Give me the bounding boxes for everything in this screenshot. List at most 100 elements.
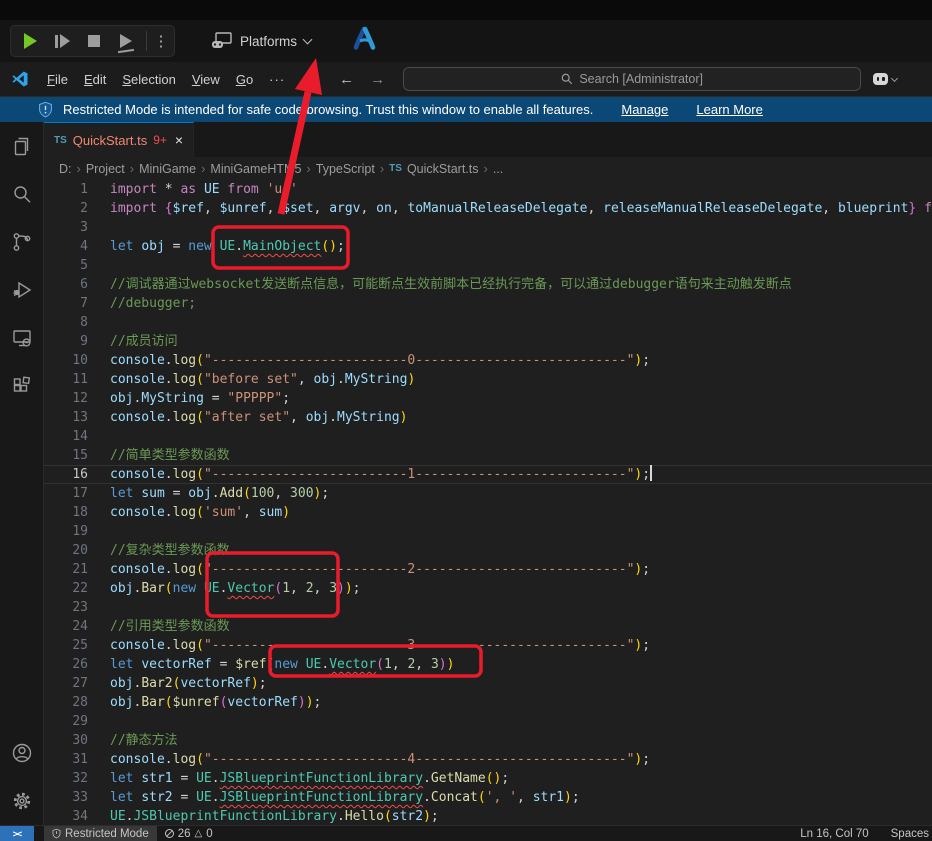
line-number: 15: [44, 446, 104, 465]
back-arrow-icon[interactable]: ←: [339, 71, 354, 88]
line-number: 20: [44, 541, 104, 560]
forward-arrow-icon[interactable]: →: [370, 71, 385, 88]
code-line[interactable]: 27obj.Bar2(vectorRef);: [44, 674, 932, 693]
code-line[interactable]: 31console.log("-------------------------…: [44, 750, 932, 769]
kebab-icon: ⋮: [154, 34, 169, 49]
account-button[interactable]: [0, 729, 44, 777]
indentation-status[interactable]: Spaces: [891, 828, 929, 840]
line-number: 14: [44, 427, 104, 446]
toolbar-separator: [146, 31, 147, 51]
code-line[interactable]: 28obj.Bar($unref(vectorRef));: [44, 693, 932, 712]
platforms-dropdown[interactable]: Platforms: [211, 32, 311, 50]
code-line[interactable]: 26let vectorRef = $ref(new UE.Vector(1, …: [44, 655, 932, 674]
code-line[interactable]: 1import * as UE from 'ue': [44, 180, 932, 199]
code-line[interactable]: 9//成员访问: [44, 332, 932, 351]
breadcrumb-separator: ›: [77, 161, 81, 176]
launch-button[interactable]: [111, 28, 141, 54]
breadcrumb-item[interactable]: D:: [59, 162, 72, 176]
tab-title: QuickStart.ts: [73, 133, 147, 148]
code-line[interactable]: 13console.log("after set", obj.MyString): [44, 408, 932, 427]
settings-button[interactable]: [0, 777, 44, 825]
learn-more-link[interactable]: Learn More: [696, 102, 762, 117]
copilot-button[interactable]: [873, 73, 897, 85]
code-line[interactable]: 19: [44, 522, 932, 541]
problems-badge: 9+: [153, 133, 167, 147]
activity-bar: [0, 122, 44, 825]
breadcrumb-more[interactable]: ...: [493, 162, 503, 176]
code-line[interactable]: 25console.log("-------------------------…: [44, 636, 932, 655]
code-line[interactable]: 15//简单类型参数函数: [44, 446, 932, 465]
menu-selection[interactable]: Selection: [114, 69, 183, 90]
play-icon: [24, 33, 37, 49]
close-icon[interactable]: ×: [175, 132, 183, 148]
line-number: 19: [44, 522, 104, 541]
problems-status[interactable]: 26 △ 0: [157, 826, 221, 841]
code-line[interactable]: 5: [44, 256, 932, 275]
code-editor[interactable]: 1import * as UE from 'ue'2import {$ref, …: [44, 180, 932, 825]
manage-link[interactable]: Manage: [621, 102, 668, 117]
breadcrumb-item[interactable]: TypeScript: [316, 162, 375, 176]
breadcrumb-file[interactable]: QuickStart.ts: [407, 162, 479, 176]
code-line[interactable]: 34UE.JSBlueprintFunctionLibrary.Hello(st…: [44, 807, 932, 825]
warning-count: 0: [206, 828, 212, 840]
sidebar-item-search[interactable]: [0, 170, 44, 218]
restricted-mode-banner: Restricted Mode is intended for safe cod…: [0, 97, 932, 122]
sidebar-item-explorer[interactable]: [0, 122, 44, 170]
code-line[interactable]: 20//复杂类型参数函数: [44, 541, 932, 560]
code-line[interactable]: 6//调试器通过websocket发送断点信息，可能断点生效前脚本已经执行完备，…: [44, 275, 932, 294]
banner-message: Restricted Mode is intended for safe cod…: [63, 102, 593, 117]
line-number: 33: [44, 788, 104, 807]
sidebar-item-source-control[interactable]: [0, 218, 44, 266]
line-number: 6: [44, 275, 104, 294]
stop-button[interactable]: [79, 28, 109, 54]
code-line[interactable]: 12obj.MyString = "PPPPP";: [44, 389, 932, 408]
typescript-file-icon: TS: [54, 135, 67, 146]
code-line[interactable]: 17let sum = obj.Add(100, 300);: [44, 484, 932, 503]
code-line[interactable]: 16console.log("-------------------------…: [44, 465, 932, 484]
code-line[interactable]: 30//静态方法: [44, 731, 932, 750]
menu-overflow[interactable]: ···: [261, 69, 293, 90]
breadcrumb-separator: ›: [201, 161, 205, 176]
menu-view[interactable]: View: [184, 69, 228, 90]
tab-quickstart[interactable]: TS QuickStart.ts 9+ ×: [44, 122, 194, 157]
step-button[interactable]: [47, 28, 77, 54]
remote-indicator[interactable]: ><: [0, 826, 34, 841]
search-input[interactable]: Search [Administrator]: [403, 67, 861, 91]
code-line[interactable]: 21console.log("-------------------------…: [44, 560, 932, 579]
sidebar-item-run-debug[interactable]: [0, 266, 44, 314]
play-button[interactable]: [15, 28, 45, 54]
source-control-icon: [10, 230, 34, 254]
sidebar-item-remote-explorer[interactable]: [0, 314, 44, 362]
cursor-position-status[interactable]: Ln 16, Col 70: [800, 828, 868, 840]
code-line[interactable]: 18console.log('sum', sum): [44, 503, 932, 522]
app-logo-icon[interactable]: [351, 25, 378, 57]
breadcrumb-item[interactable]: MiniGameHTM5: [210, 162, 301, 176]
code-line[interactable]: 7//debugger;: [44, 294, 932, 313]
sidebar-item-extensions[interactable]: [0, 362, 44, 410]
code-line[interactable]: 11console.log("before set", obj.MyString…: [44, 370, 932, 389]
menu-file[interactable]: File: [39, 69, 76, 90]
code-line[interactable]: 3: [44, 218, 932, 237]
code-line[interactable]: 24//引用类型参数函数: [44, 617, 932, 636]
code-line[interactable]: 22obj.Bar(new UE.Vector(1, 2, 3));: [44, 579, 932, 598]
search-icon: [10, 182, 34, 206]
breadcrumb-item[interactable]: MiniGame: [139, 162, 196, 176]
menu-edit[interactable]: Edit: [76, 69, 114, 90]
play-options-button[interactable]: ⋮: [152, 28, 170, 54]
code-line[interactable]: 4let obj = new UE.MainObject();: [44, 237, 932, 256]
code-line[interactable]: 8: [44, 313, 932, 332]
code-line[interactable]: 10console.log("-------------------------…: [44, 351, 932, 370]
line-number: 11: [44, 370, 104, 389]
code-line[interactable]: 14: [44, 427, 932, 446]
breadcrumb-item[interactable]: Project: [86, 162, 125, 176]
restricted-mode-status[interactable]: Restricted Mode: [44, 826, 157, 841]
code-line[interactable]: 32let str1 = UE.JSBlueprintFunctionLibra…: [44, 769, 932, 788]
line-number: 4: [44, 237, 104, 256]
code-line[interactable]: 2import {$ref, $unref, $set, argv, on, t…: [44, 199, 932, 218]
code-line[interactable]: 23: [44, 598, 932, 617]
restricted-mode-label: Restricted Mode: [65, 828, 149, 840]
line-number: 28: [44, 693, 104, 712]
code-line[interactable]: 33let str2 = UE.JSBlueprintFunctionLibra…: [44, 788, 932, 807]
code-line[interactable]: 29: [44, 712, 932, 731]
menu-go[interactable]: Go: [228, 69, 261, 90]
